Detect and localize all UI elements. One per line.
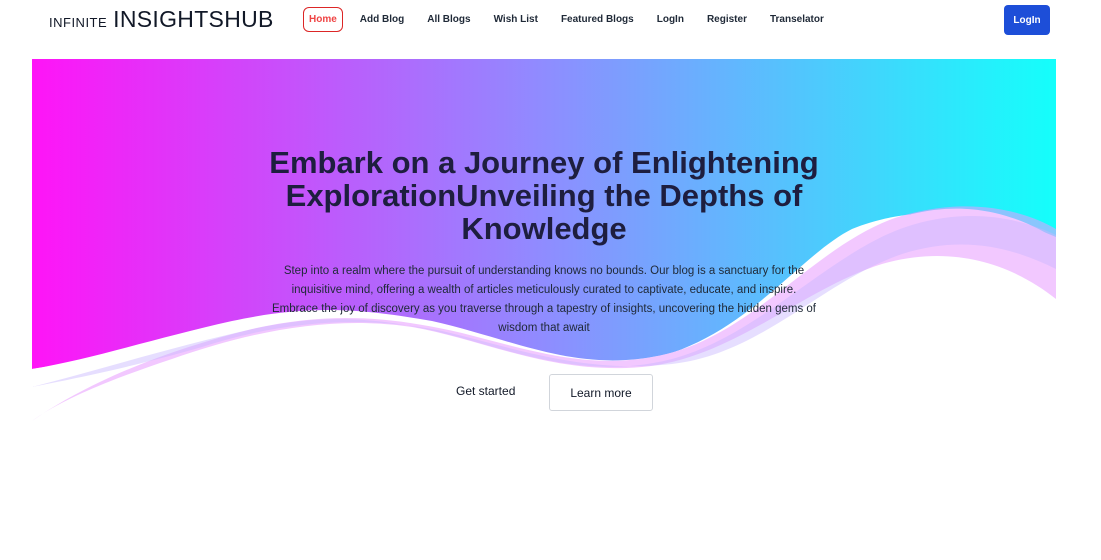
brand-name: INSIGHTSHUB bbox=[113, 6, 274, 32]
main-nav: Home Add Blog All Blogs Wish List Featur… bbox=[303, 7, 841, 32]
nav-link-all-blogs[interactable]: All Blogs bbox=[421, 7, 476, 32]
nav-link-register[interactable]: Register bbox=[701, 7, 753, 32]
get-started-button[interactable]: Get started bbox=[456, 384, 515, 398]
nav-link-home[interactable]: Home bbox=[303, 7, 343, 32]
nav-link-wish-list[interactable]: Wish List bbox=[488, 7, 544, 32]
site-logo[interactable]: INFINITE INSIGHTSHUB bbox=[49, 6, 274, 33]
hero-banner: Embark on a Journey of Enlightening Expl… bbox=[32, 59, 1056, 421]
brand-prefix: INFINITE bbox=[49, 15, 108, 30]
nav-link-translator[interactable]: Transelator bbox=[764, 7, 830, 32]
learn-more-button[interactable]: Learn more bbox=[549, 374, 653, 411]
nav-link-add-blog[interactable]: Add Blog bbox=[354, 7, 410, 32]
top-navbar: INFINITE INSIGHTSHUB Home Add Blog All B… bbox=[0, 0, 1101, 50]
nav-link-login[interactable]: LogIn bbox=[651, 7, 690, 32]
hero-description: Step into a realm where the pursuit of u… bbox=[272, 265, 816, 334]
hero-title: Embark on a Journey of Enlightening Expl… bbox=[269, 145, 819, 246]
login-button[interactable]: LogIn bbox=[1004, 5, 1050, 35]
nav-link-featured-blogs[interactable]: Featured Blogs bbox=[555, 7, 640, 32]
